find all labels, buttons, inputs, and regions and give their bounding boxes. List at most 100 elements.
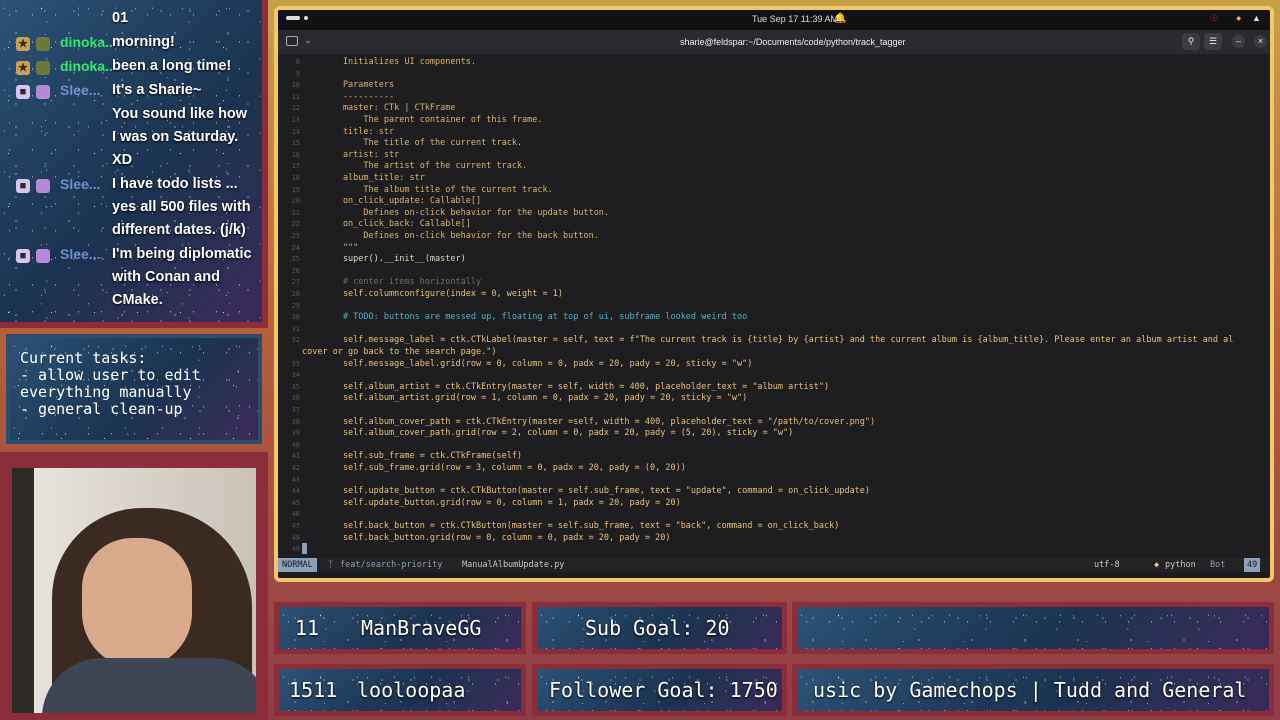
terminal-titlebar[interactable]: ⌄ sharie@feldspar:~/Documents/code/pytho… [278,30,1270,54]
code-line[interactable]: 12 master: CTk | CTkFrame [278,102,1270,114]
code-line[interactable]: 47 self.back_button = ctk.CTkButton(mast… [278,520,1270,532]
code-line[interactable]: 46 [278,508,1270,520]
code-text: self.album_cover_path.grid(row = 2, colu… [302,428,794,439]
code-line[interactable]: 35 self.album_artist = ctk.CTkEntry(mast… [278,381,1270,393]
line-number-gutter: 43 [291,475,300,484]
code-line[interactable]: 14 title: str [278,126,1270,138]
user-badge-icon [36,37,50,51]
follower-goal-panel: Follower Goal: 1750 [532,664,787,716]
code-line[interactable]: 49 [278,543,1270,555]
code-line[interactable]: 39 self.album_cover_path.grid(row = 2, c… [278,427,1270,439]
code-line[interactable]: 41 self.sub_frame = ctk.CTkFrame(self) [278,450,1270,462]
network-icon[interactable]: ▲ [1252,13,1261,23]
code-line[interactable]: 27 # center items horizontally [278,276,1270,288]
notification-icon[interactable]: 🔔 [834,13,846,24]
code-text: Defines on-click behavior for the update… [302,207,610,218]
line-number-gutter: 8 [295,58,300,66]
text-cursor [302,543,307,555]
code-line[interactable]: 16 artist: str [278,149,1270,161]
code-line[interactable]: 31 [278,323,1270,335]
user-badge-icon [36,179,50,193]
person-face [82,538,192,668]
code-line[interactable]: 44 self.update_button = ctk.CTkButton(ma… [278,485,1270,497]
code-text: album_title: str [302,173,425,183]
code-line[interactable]: 23 Defines on-click behavior for the bac… [278,230,1270,242]
code-line[interactable]: 36 self.album_artist.grid(row = 1, colum… [278,392,1270,404]
close-icon[interactable]: × [1254,35,1267,48]
code-line[interactable]: 28 self.columnconfigure(index = 0, weigh… [278,288,1270,300]
mod-badge-icon: ★ [16,61,30,75]
code-line[interactable]: 20 on_click_update: Callable[] [278,195,1270,207]
line-number-gutter: 24 [291,243,300,252]
recent-sub-count: 11 [295,616,320,640]
code-line[interactable]: 34 [278,369,1270,381]
line-number-gutter: 48 [291,533,300,542]
line-number-gutter: 36 [291,394,300,403]
code-line[interactable]: 29 [278,300,1270,312]
code-line[interactable]: 42 self.sub_frame.grid(row = 3, column =… [278,462,1270,474]
code-line[interactable]: 38 self.album_cover_path = ctk.CTkEntry(… [278,416,1270,428]
branch-icon: ᛉ [328,560,334,570]
code-line[interactable]: 37 [278,404,1270,416]
webcam-feed [12,468,256,713]
webcam-panel [0,452,268,720]
code-line[interactable]: 17 The artist of the current track. [278,160,1270,172]
code-editor[interactable]: 8 Initializes UI components. 9 10 Paramete… [278,54,1270,558]
code-line[interactable]: 11 ---------- [278,91,1270,103]
code-line[interactable]: 13 The parent container of this frame. [278,114,1270,126]
code-line[interactable]: 33 self.message_label.grid(row = 0, colu… [278,358,1270,370]
code-line[interactable]: 9 [278,68,1270,80]
line-number-gutter: 45 [291,498,300,507]
person-shirt [42,658,256,713]
code-line[interactable]: 30 # TODO: buttons are messed up, floati… [278,311,1270,323]
line-number-gutter: 14 [291,127,300,136]
chat-username[interactable]: Slee... [60,176,112,192]
code-line[interactable]: 25 super().__init__(master) [278,253,1270,265]
code-line[interactable]: 22 on_click_back: Callable[] [278,218,1270,230]
chat-message: ★ dinoka... morning! [16,34,256,57]
code-line[interactable]: 15 The title of the current track. [278,137,1270,149]
clock[interactable]: Tue Sep 17 11:39 AM [752,14,838,24]
hamburger-menu-icon[interactable]: ☰ [1204,33,1222,50]
code-line[interactable]: 10 Parameters [278,79,1270,91]
user-badge-icon [36,61,50,75]
terminal-window[interactable]: Tue Sep 17 11:39 AM 🔔 ☉ ● ▲ ⌄ sharie@fel… [274,6,1274,582]
settings-icon[interactable]: ☉ [1210,13,1218,24]
code-line[interactable]: 24 """ [278,242,1270,254]
tab-menu-chevron-icon[interactable]: ⌄ [304,35,312,46]
minimize-icon[interactable]: – [1232,35,1245,48]
code-line[interactable]: 32 self.message_label = ctk.CTkLabel(mas… [278,334,1270,346]
code-text: self.sub_frame = ctk.CTkFrame(self) [302,451,523,462]
search-icon[interactable]: ⚲ [1182,33,1200,50]
chat-username[interactable]: Slee... [60,246,112,262]
sub-goal-panel: Sub Goal: 20 [532,602,787,654]
code-line[interactable]: 18 album_title: str [278,172,1270,184]
chat-username[interactable]: dinoka... [60,34,112,50]
code-line[interactable]: 21 Defines on-click behavior for the upd… [278,207,1270,219]
code-line[interactable]: 19 The album title of the current track. [278,184,1270,196]
line-number-gutter: 20 [291,197,300,206]
chat-message-text: It's a Sharie~ [112,82,202,98]
line-number-gutter: 49 [291,545,300,554]
vim-statusline: NORMAL ᛉ feat/search-priority ManualAlbu… [278,558,1270,572]
code-line[interactable]: 40 [278,439,1270,451]
code-line[interactable]: 43 [278,474,1270,486]
line-number-gutter: 33 [291,359,300,368]
chat-message-text: You sound like how [112,106,248,122]
code-line[interactable]: 26 [278,265,1270,277]
code-line[interactable]: cover or go back to the search page.") [278,346,1270,358]
code-line[interactable]: 8 Initializes UI components. [278,56,1270,68]
chat-username[interactable]: dinoka... [60,58,112,74]
line-number-gutter: 11 [291,92,300,101]
user-badge-icon [36,85,50,99]
activities-icon[interactable] [286,16,300,20]
code-text: self.back_button = ctk.CTkButton(master … [302,521,840,531]
code-line[interactable]: 45 self.update_button.grid(row = 0, colu… [278,497,1270,509]
chat-username[interactable]: Slee... [60,82,112,98]
code-line[interactable]: 48 self.back_button.grid(row = 0, column… [278,532,1270,544]
code-text: # center items horizontally [302,277,482,288]
line-number-gutter: 25 [291,255,300,264]
new-tab-icon[interactable] [286,36,298,46]
tray-icon[interactable]: ● [1236,13,1241,23]
chat-message-text: CMake. [112,292,163,308]
